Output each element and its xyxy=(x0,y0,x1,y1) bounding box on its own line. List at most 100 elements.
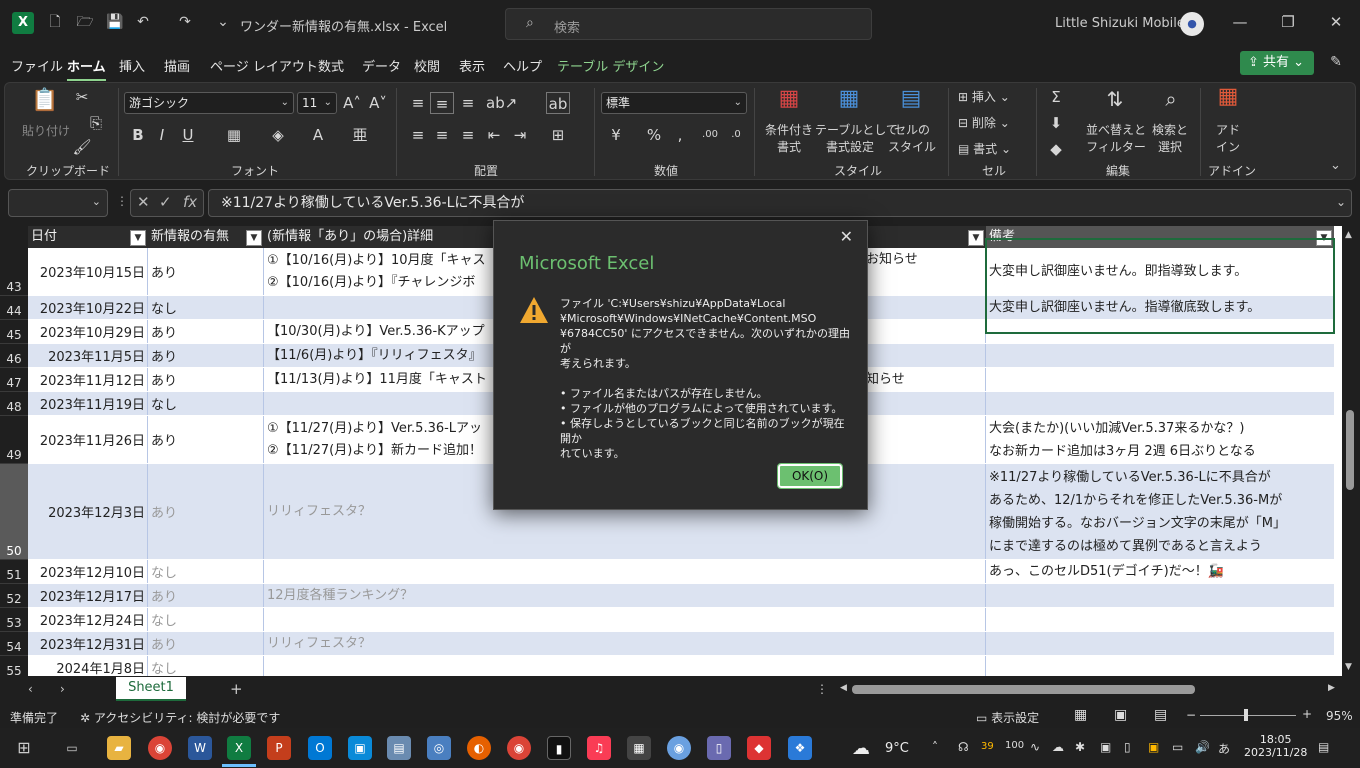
addins-button[interactable]: アド イン xyxy=(1212,121,1244,155)
scroll-left-icon[interactable]: ◀ xyxy=(840,683,847,693)
format-as-table-button[interactable]: テーブルとして 書式設定 xyxy=(815,121,898,155)
redo-icon[interactable]: ↷ xyxy=(176,13,194,31)
tray-icon-6[interactable]: ▯ xyxy=(1124,740,1131,754)
volume-icon[interactable]: 🔊 xyxy=(1195,740,1210,754)
search-box[interactable]: ⌕ 検索 xyxy=(505,8,872,40)
cell-note[interactable] xyxy=(986,608,1334,631)
onedrive-icon[interactable]: ☁ xyxy=(1052,740,1064,754)
cell-note[interactable]: あっ、このセルD51(デゴイチ)だ〜！🚂 xyxy=(986,560,1334,583)
open-folder-icon[interactable]: 🗁 xyxy=(76,13,94,31)
tab-home[interactable]: ホーム xyxy=(67,56,106,81)
name-box[interactable]: ⌄ xyxy=(8,189,108,217)
cell-date[interactable]: 2023年12月24日 xyxy=(28,608,148,631)
copy-icon[interactable]: ⎘ xyxy=(84,112,108,134)
tab-review[interactable]: 校閲 xyxy=(414,56,440,75)
cell-note[interactable] xyxy=(986,344,1334,367)
cell-flag[interactable]: なし xyxy=(148,608,264,631)
close-icon[interactable]: ✕ xyxy=(1326,12,1346,32)
cell-flag[interactable]: あり xyxy=(148,584,264,607)
music-icon[interactable]: ♫ xyxy=(587,736,611,760)
cell-flag[interactable]: あり xyxy=(148,248,264,295)
cell-flag[interactable]: あり xyxy=(148,632,264,655)
app-icon-1[interactable]: ▤ xyxy=(387,736,411,760)
underline-icon[interactable]: U xyxy=(176,124,200,146)
row-header[interactable]: 46 xyxy=(0,344,28,368)
row-header[interactable]: 49 xyxy=(0,416,28,464)
network-icon[interactable]: ▭ xyxy=(1172,740,1183,754)
cut-icon[interactable]: ✂ xyxy=(70,86,94,108)
clear-icon[interactable]: ◆ xyxy=(1044,138,1068,160)
tab-page-layout[interactable]: ページ レイアウト xyxy=(210,56,318,75)
cell-date[interactable]: 2023年11月12日 xyxy=(28,368,148,391)
app-icon-3[interactable]: ▯ xyxy=(707,736,731,760)
cell-flag[interactable]: なし xyxy=(148,560,264,583)
formula-input[interactable]: ※11/27より稼働しているVer.5.36-Lに不具合が xyxy=(208,189,1352,217)
font-color-icon[interactable]: A xyxy=(306,124,330,146)
fill-color-icon[interactable]: ◈ xyxy=(266,124,290,146)
insert-cells-button[interactable]: ⊞ 挿入 ⌄ xyxy=(958,88,1010,105)
find-select-icon[interactable]: ⌕ xyxy=(1156,88,1186,118)
cell-date[interactable]: 2023年10月15日 xyxy=(28,248,148,295)
comments-icon[interactable]: ✎ xyxy=(1326,54,1346,74)
cell-note[interactable]: 大会(またか)(いい加減Ver.5.37来るかな？) なお新カード追加は3ヶ月 2… xyxy=(986,416,1334,463)
zoom-slider-thumb[interactable] xyxy=(1244,709,1248,721)
cell-flag[interactable]: あり xyxy=(148,416,264,463)
horizontal-scroll-thumb[interactable] xyxy=(852,685,1195,694)
save-icon[interactable]: 💾 xyxy=(106,13,124,31)
cell-date[interactable]: 2023年12月10日 xyxy=(28,560,148,583)
chrome-icon-3[interactable]: ◉ xyxy=(667,736,691,760)
autosum-icon[interactable]: Σ xyxy=(1044,86,1068,108)
format-as-table-icon[interactable]: ▦ xyxy=(834,88,864,118)
tab-split-icon[interactable]: ⋮ xyxy=(816,682,828,696)
cell-date[interactable]: 2023年11月26日 xyxy=(28,416,148,463)
cell-note[interactable] xyxy=(986,392,1334,415)
tray-overflow-icon[interactable]: ˄ xyxy=(932,740,938,754)
calculator-icon[interactable]: ▦ xyxy=(627,736,651,760)
store-icon[interactable]: ▣ xyxy=(348,736,372,760)
excel-taskbar-icon[interactable]: X xyxy=(227,736,251,760)
tray-icon-1[interactable]: ☊ xyxy=(958,740,969,754)
find-select-button[interactable]: 検索と 選択 xyxy=(1150,121,1190,155)
notification-icon[interactable]: ▤ xyxy=(1318,740,1329,754)
orientation-icon[interactable]: ab↗ xyxy=(486,92,517,114)
collapse-ribbon-icon[interactable]: ⌄ xyxy=(1330,158,1341,173)
font-name-select[interactable]: 游ゴシック ⌄ xyxy=(124,92,294,114)
cell-detail[interactable]: リリィフェスタ？ xyxy=(264,632,986,655)
zoom-out-icon[interactable]: − xyxy=(1186,708,1196,722)
grow-font-icon[interactable]: A˄ xyxy=(340,92,364,114)
cell-note[interactable] xyxy=(986,368,1334,391)
phonetic-icon[interactable]: 亜 xyxy=(348,124,372,146)
row-header[interactable]: 53 xyxy=(0,608,28,632)
weather-temp[interactable]: 9°C xyxy=(885,741,909,756)
tab-draw[interactable]: 描画 xyxy=(164,56,190,75)
ime-icon[interactable]: あ xyxy=(1218,740,1230,757)
row-header[interactable]: 50 xyxy=(0,464,28,560)
app-icon-4[interactable]: ◆ xyxy=(747,736,771,760)
tab-help[interactable]: ヘルプ xyxy=(503,56,542,75)
format-cells-button[interactable]: ▤ 書式 ⌄ xyxy=(958,140,1011,157)
undo-icon[interactable]: ↶ xyxy=(134,13,152,31)
file-explorer-icon[interactable]: ▰ xyxy=(107,736,131,760)
restore-icon[interactable]: ❐ xyxy=(1278,12,1298,32)
minimize-icon[interactable]: — xyxy=(1230,12,1250,32)
scroll-up-icon[interactable]: ▲ xyxy=(1345,230,1352,240)
decrease-decimal-icon[interactable]: .0 xyxy=(724,124,748,146)
cell-detail[interactable]: 12月度各種ランキング？ xyxy=(264,584,986,607)
cell-date[interactable]: 2023年12月31日 xyxy=(28,632,148,655)
paste-button[interactable]: 貼り付け xyxy=(22,122,70,139)
cell-styles-icon[interactable]: ▤ xyxy=(896,88,926,118)
start-icon[interactable]: ⊞ xyxy=(12,736,36,760)
firefox-icon[interactable]: ◐ xyxy=(467,736,491,760)
cell-date[interactable]: 2023年11月5日 xyxy=(28,344,148,367)
row-header[interactable]: 43 xyxy=(0,248,28,296)
cell-flag[interactable]: なし xyxy=(148,296,264,319)
align-center-icon[interactable]: ≡ xyxy=(430,124,454,146)
app-icon-2[interactable]: ◎ xyxy=(427,736,451,760)
cell-detail[interactable] xyxy=(264,656,986,676)
currency-icon[interactable]: ¥ xyxy=(604,124,628,146)
page-layout-view-icon[interactable]: ▣ xyxy=(1114,707,1127,723)
tray-icon-7[interactable]: ▣ xyxy=(1148,740,1159,754)
enter-icon[interactable]: ✓ xyxy=(159,193,172,211)
cell-detail[interactable] xyxy=(264,608,986,631)
chrome-icon-2[interactable]: ◉ xyxy=(507,736,531,760)
